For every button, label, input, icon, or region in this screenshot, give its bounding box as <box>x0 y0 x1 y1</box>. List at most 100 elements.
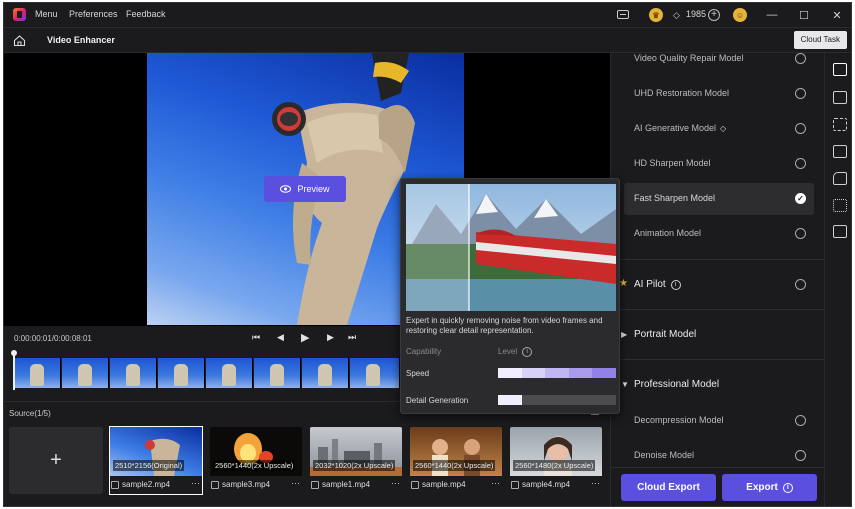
pen-tool-icon[interactable] <box>833 145 847 158</box>
info-icon[interactable]: i <box>670 280 681 290</box>
skip-end-icon[interactable]: ⏭ <box>348 332 356 343</box>
model-label: HD Sharpen Model <box>634 158 711 168</box>
portrait-section[interactable]: ▶ Portrait Model <box>611 309 825 359</box>
add-source-button[interactable]: + <box>9 427 103 494</box>
checkmark-icon[interactable]: ✓ <box>795 193 806 204</box>
info-icon: i <box>522 347 533 357</box>
preview-button[interactable]: Preview <box>264 176 346 202</box>
resolution-badge: 2560*1480(2x Upscale) <box>513 460 596 471</box>
ai-pilot-label: AI Pilot <box>634 279 666 290</box>
cloud-export-button[interactable]: Cloud Export <box>621 474 716 501</box>
close-icon[interactable]: ✕ <box>829 7 845 23</box>
maximize-icon[interactable]: ☐ <box>796 7 812 23</box>
more-icon[interactable]: ··· <box>191 478 200 488</box>
source-item[interactable]: 2510*2156(Original) sample2.mp4 ··· <box>109 426 203 495</box>
source-item[interactable]: 2560*1480(2x Upscale) sample4.mp4 ··· <box>510 427 602 494</box>
level-segment <box>521 395 546 405</box>
page-title: Video Enhancer <box>47 35 115 45</box>
timeline-frame <box>350 358 400 388</box>
timeline-filmstrip[interactable] <box>14 358 400 388</box>
model-option-video-quality-repair[interactable]: Video Quality Repair Model <box>611 43 825 75</box>
file-name: sample2.mp4 <box>122 480 171 489</box>
level-header: Level i <box>498 347 533 357</box>
radio-button[interactable] <box>795 415 806 426</box>
video-enhance-tool-icon[interactable] <box>833 63 847 76</box>
source-label: Source(1/5) <box>9 409 51 418</box>
section-label: Professional Model <box>634 379 720 390</box>
radio-button[interactable] <box>795 158 806 169</box>
radio-button[interactable] <box>795 450 806 461</box>
video-file-icon <box>511 481 519 489</box>
model-option-decompression[interactable]: Decompression Model <box>611 405 825 437</box>
model-label: Fast Sharpen Model <box>634 193 716 203</box>
ai-pilot-section[interactable]: ★ AI Pilot i <box>611 259 825 309</box>
source-item[interactable]: 2560*1440(2x Upscale) sample.mp4 ··· <box>410 427 502 494</box>
radio-button[interactable] <box>795 88 806 99</box>
home-icon[interactable] <box>13 34 26 47</box>
model-label-text: AI Generative Model <box>634 123 717 133</box>
level-segment <box>568 395 593 405</box>
play-icon[interactable]: ▶ <box>301 331 309 344</box>
resolution-badge: 2560*1440(2x Upscale) <box>413 460 496 471</box>
video-add-tool-icon[interactable] <box>833 225 847 238</box>
model-info-tooltip: Expert in quickly removing noise from vi… <box>400 178 620 414</box>
playhead-handle[interactable] <box>11 350 17 390</box>
menu-button[interactable]: Menu <box>35 9 58 19</box>
avatar[interactable]: ☺ <box>733 8 747 22</box>
professional-section[interactable]: ▼ Professional Model <box>611 359 825 409</box>
skip-start-icon[interactable]: ⏮ <box>252 332 260 343</box>
more-icon[interactable]: ··· <box>491 478 500 488</box>
level-header-text: Level <box>498 347 518 356</box>
model-option-hd-sharpen[interactable]: HD Sharpen Model <box>611 148 825 180</box>
message-icon[interactable] <box>616 8 629 22</box>
select-tool-icon[interactable] <box>833 199 847 212</box>
radio-button[interactable] <box>795 53 806 64</box>
level-segment <box>521 368 546 378</box>
step-forward-icon[interactable]: ▶ <box>327 332 334 343</box>
radio-button[interactable] <box>795 279 806 290</box>
preferences-button[interactable]: Preferences <box>69 9 118 19</box>
preview-button-label: Preview <box>297 184 330 194</box>
export-button[interactable]: Export i <box>722 474 817 501</box>
minimize-icon[interactable]: — <box>764 7 780 23</box>
speed-level-bar <box>498 368 616 378</box>
file-name: sample1.mp4 <box>322 480 371 489</box>
export-bar: Cloud Export Export i <box>611 467 825 506</box>
timeline-frame <box>62 358 109 388</box>
radio-button[interactable] <box>795 123 806 134</box>
add-points-icon[interactable]: + <box>708 9 720 21</box>
model-label: Denoise Model <box>634 450 695 460</box>
eraser-tool-icon[interactable] <box>833 172 847 185</box>
source-item[interactable]: 2032*1020(2x Upscale) sample1.mp4 ··· <box>310 427 402 494</box>
model-label: AI Generative Model ◇ <box>634 123 726 133</box>
model-option-animation[interactable]: Animation Model <box>611 218 825 250</box>
resolution-badge: 2560*1440(2x Upscale) <box>213 460 296 471</box>
level-segment <box>592 395 616 405</box>
more-icon[interactable]: ··· <box>291 478 300 488</box>
model-description: Expert in quickly removing noise from vi… <box>406 316 603 335</box>
timeline-frame <box>14 358 61 388</box>
source-item[interactable]: 2560*1440(2x Upscale) sample3.mp4 ··· <box>210 427 302 494</box>
diamond-icon: ◇ <box>673 9 680 20</box>
caret-right-icon: ▶ <box>621 330 628 339</box>
info-icon[interactable]: i <box>782 482 793 493</box>
more-icon[interactable]: ··· <box>391 478 400 488</box>
capability-header: Capability <box>406 347 442 356</box>
feedback-button[interactable]: Feedback <box>126 9 166 19</box>
level-segment <box>498 395 522 405</box>
model-option-fast-sharpen[interactable]: Fast Sharpen Model ✓ <box>624 183 814 215</box>
radio-button[interactable] <box>795 228 806 239</box>
timeline-frame <box>158 358 205 388</box>
level-segment <box>545 395 569 405</box>
model-label: UHD Restoration Model <box>634 88 730 98</box>
step-back-icon[interactable]: ◀ <box>277 332 284 343</box>
crown-icon[interactable]: ♛ <box>649 8 663 22</box>
edit-tool-icon[interactable] <box>833 91 847 104</box>
model-option-uhd-restoration[interactable]: UHD Restoration Model <box>611 78 825 110</box>
speed-label: Speed <box>406 369 430 378</box>
detail-level-bar <box>498 395 616 405</box>
grid-tool-icon[interactable] <box>833 118 847 131</box>
timeline-frame <box>110 358 157 388</box>
model-option-ai-generative[interactable]: AI Generative Model ◇ <box>611 113 825 145</box>
more-icon[interactable]: ··· <box>591 478 600 488</box>
